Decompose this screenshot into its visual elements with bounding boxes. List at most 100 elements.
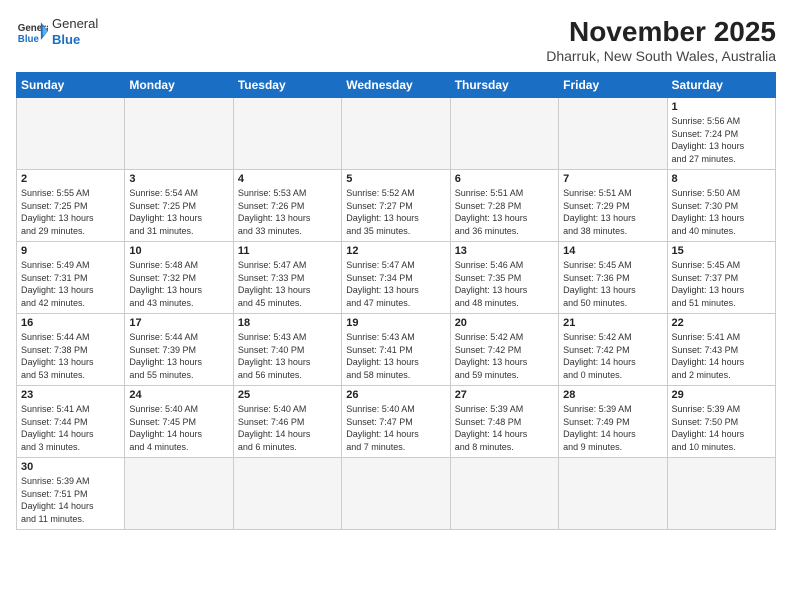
day-number: 4 (238, 173, 337, 185)
svg-text:Blue: Blue (18, 33, 40, 44)
day-info: Sunrise: 5:40 AM Sunset: 7:47 PM Dayligh… (346, 403, 445, 453)
calendar-cell (17, 98, 125, 170)
day-info: Sunrise: 5:52 AM Sunset: 7:27 PM Dayligh… (346, 187, 445, 237)
calendar-week-row-6: 30Sunrise: 5:39 AM Sunset: 7:51 PM Dayli… (17, 458, 776, 530)
calendar-cell (342, 98, 450, 170)
day-number: 19 (346, 317, 445, 329)
day-number: 21 (563, 317, 662, 329)
day-info: Sunrise: 5:43 AM Sunset: 7:40 PM Dayligh… (238, 331, 337, 381)
day-info: Sunrise: 5:40 AM Sunset: 7:45 PM Dayligh… (129, 403, 228, 453)
day-number: 24 (129, 389, 228, 401)
day-number: 29 (672, 389, 771, 401)
calendar-cell: 7 Sunrise: 5:51 AM Sunset: 7:29 PM Daylig… (559, 170, 667, 242)
calendar-cell: 20Sunrise: 5:42 AM Sunset: 7:42 PM Dayli… (450, 314, 558, 386)
calendar-cell (667, 458, 775, 530)
calendar-cell: 14Sunrise: 5:45 AM Sunset: 7:36 PM Dayli… (559, 242, 667, 314)
day-info: Sunrise: 5:51 AM Sunset: 7:29 PM Dayligh… (563, 187, 662, 237)
logo-blue-text: Blue (52, 32, 98, 48)
day-info: Sunrise: 5:48 AM Sunset: 7:32 PM Dayligh… (129, 259, 228, 309)
day-number: 26 (346, 389, 445, 401)
calendar-cell: 18Sunrise: 5:43 AM Sunset: 7:40 PM Dayli… (233, 314, 341, 386)
calendar-cell: 2Sunrise: 5:55 AM Sunset: 7:25 PM Daylig… (17, 170, 125, 242)
calendar-header-thursday: Thursday (450, 73, 558, 98)
calendar-cell (450, 458, 558, 530)
calendar-cell: 23Sunrise: 5:41 AM Sunset: 7:44 PM Dayli… (17, 386, 125, 458)
calendar-cell: 19 Sunrise: 5:43 AM Sunset: 7:41 PM Dayli… (342, 314, 450, 386)
calendar-header-wednesday: Wednesday (342, 73, 450, 98)
calendar-cell: 12Sunrise: 5:47 AM Sunset: 7:34 PM Dayli… (342, 242, 450, 314)
calendar-cell: 5 Sunrise: 5:52 AM Sunset: 7:27 PM Daylig… (342, 170, 450, 242)
calendar-header-monday: Monday (125, 73, 233, 98)
calendar-cell: 16Sunrise: 5:44 AM Sunset: 7:38 PM Dayli… (17, 314, 125, 386)
day-info: Sunrise: 5:45 AM Sunset: 7:37 PM Dayligh… (672, 259, 771, 309)
month-year-title: November 2025 (546, 16, 776, 48)
calendar-cell: 27 Sunrise: 5:39 AM Sunset: 7:48 PM Dayli… (450, 386, 558, 458)
calendar-cell: 29 Sunrise: 5:39 AM Sunset: 7:50 PM Dayli… (667, 386, 775, 458)
calendar-cell: 11Sunrise: 5:47 AM Sunset: 7:33 PM Dayli… (233, 242, 341, 314)
calendar-cell: 26 Sunrise: 5:40 AM Sunset: 7:47 PM Dayli… (342, 386, 450, 458)
day-number: 25 (238, 389, 337, 401)
calendar-week-row-2: 2Sunrise: 5:55 AM Sunset: 7:25 PM Daylig… (17, 170, 776, 242)
day-number: 23 (21, 389, 120, 401)
day-number: 15 (672, 245, 771, 257)
calendar-week-row-1: 1 Sunrise: 5:56 AM Sunset: 7:24 PM Daylig… (17, 98, 776, 170)
day-info: Sunrise: 5:51 AM Sunset: 7:28 PM Dayligh… (455, 187, 554, 237)
calendar-week-row-4: 16Sunrise: 5:44 AM Sunset: 7:38 PM Dayli… (17, 314, 776, 386)
calendar-cell: 21Sunrise: 5:42 AM Sunset: 7:42 PM Dayli… (559, 314, 667, 386)
calendar-cell: 9Sunrise: 5:49 AM Sunset: 7:31 PM Daylig… (17, 242, 125, 314)
day-info: Sunrise: 5:42 AM Sunset: 7:42 PM Dayligh… (455, 331, 554, 381)
day-info: Sunrise: 5:43 AM Sunset: 7:41 PM Dayligh… (346, 331, 445, 381)
calendar-header-saturday: Saturday (667, 73, 775, 98)
calendar-cell: 28 Sunrise: 5:39 AM Sunset: 7:49 PM Dayli… (559, 386, 667, 458)
calendar-header-sunday: Sunday (17, 73, 125, 98)
day-number: 9 (21, 245, 120, 257)
calendar-cell (233, 458, 341, 530)
day-number: 3 (129, 173, 228, 185)
day-info: Sunrise: 5:47 AM Sunset: 7:33 PM Dayligh… (238, 259, 337, 309)
day-number: 2 (21, 173, 120, 185)
day-number: 16 (21, 317, 120, 329)
day-info: Sunrise: 5:39 AM Sunset: 7:49 PM Dayligh… (563, 403, 662, 453)
day-number: 13 (455, 245, 554, 257)
day-number: 22 (672, 317, 771, 329)
day-info: Sunrise: 5:39 AM Sunset: 7:48 PM Dayligh… (455, 403, 554, 453)
calendar-cell: 1 Sunrise: 5:56 AM Sunset: 7:24 PM Daylig… (667, 98, 775, 170)
calendar-week-row-3: 9Sunrise: 5:49 AM Sunset: 7:31 PM Daylig… (17, 242, 776, 314)
day-number: 7 (563, 173, 662, 185)
day-info: Sunrise: 5:39 AM Sunset: 7:50 PM Dayligh… (672, 403, 771, 453)
calendar-cell (125, 98, 233, 170)
day-info: Sunrise: 5:50 AM Sunset: 7:30 PM Dayligh… (672, 187, 771, 237)
calendar-cell: 3 Sunrise: 5:54 AM Sunset: 7:25 PM Daylig… (125, 170, 233, 242)
calendar-cell (125, 458, 233, 530)
day-number: 5 (346, 173, 445, 185)
day-info: Sunrise: 5:41 AM Sunset: 7:43 PM Dayligh… (672, 331, 771, 381)
day-info: Sunrise: 5:53 AM Sunset: 7:26 PM Dayligh… (238, 187, 337, 237)
day-info: Sunrise: 5:40 AM Sunset: 7:46 PM Dayligh… (238, 403, 337, 453)
calendar-header-tuesday: Tuesday (233, 73, 341, 98)
day-number: 1 (672, 101, 771, 113)
calendar-cell (342, 458, 450, 530)
title-section: November 2025 Dharruk, New South Wales, … (546, 16, 776, 64)
day-number: 8 (672, 173, 771, 185)
calendar-cell: 6Sunrise: 5:51 AM Sunset: 7:28 PM Daylig… (450, 170, 558, 242)
day-number: 12 (346, 245, 445, 257)
calendar-cell: 25 Sunrise: 5:40 AM Sunset: 7:46 PM Dayli… (233, 386, 341, 458)
day-number: 28 (563, 389, 662, 401)
day-info: Sunrise: 5:56 AM Sunset: 7:24 PM Dayligh… (672, 115, 771, 165)
calendar-cell (233, 98, 341, 170)
day-info: Sunrise: 5:39 AM Sunset: 7:51 PM Dayligh… (21, 475, 120, 525)
calendar-cell: 15 Sunrise: 5:45 AM Sunset: 7:37 PM Dayli… (667, 242, 775, 314)
location-subtitle: Dharruk, New South Wales, Australia (546, 48, 776, 64)
calendar-table: SundayMondayTuesdayWednesdayThursdayFrid… (16, 72, 776, 530)
day-info: Sunrise: 5:45 AM Sunset: 7:36 PM Dayligh… (563, 259, 662, 309)
day-info: Sunrise: 5:54 AM Sunset: 7:25 PM Dayligh… (129, 187, 228, 237)
calendar-cell (450, 98, 558, 170)
day-number: 27 (455, 389, 554, 401)
day-number: 17 (129, 317, 228, 329)
day-number: 10 (129, 245, 228, 257)
calendar-header-row: SundayMondayTuesdayWednesdayThursdayFrid… (17, 73, 776, 98)
day-info: Sunrise: 5:44 AM Sunset: 7:39 PM Dayligh… (129, 331, 228, 381)
calendar-cell (559, 458, 667, 530)
logo-icon: General Blue (16, 18, 48, 46)
logo: General Blue General Blue (16, 16, 98, 47)
